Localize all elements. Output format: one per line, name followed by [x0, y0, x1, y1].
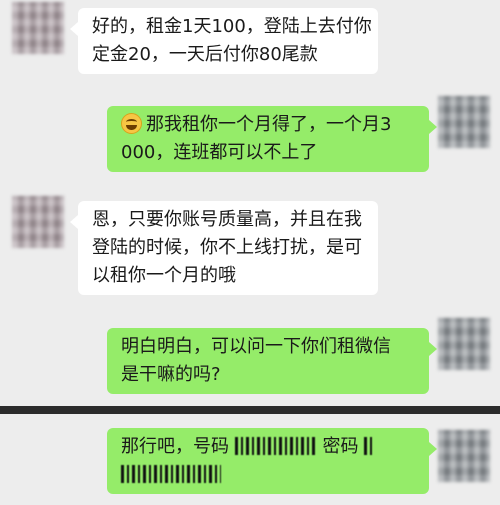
stitch-divider — [0, 406, 500, 414]
message-text-line: 恩，只要你账号质量高，并且在我 — [92, 209, 362, 230]
message-bubble-outgoing: 那行吧，号码 密码 — [107, 428, 437, 494]
contact-avatar[interactable] — [12, 2, 64, 54]
message-text-segment: 那行吧，号码 — [121, 436, 229, 457]
message-text-line: 那我租你一个月得了，一个月3 — [146, 114, 392, 135]
message-text-line: 明白明白，可以问一下你们租微信 — [121, 336, 391, 357]
user-avatar[interactable] — [438, 96, 490, 148]
message-bubble-incoming: 恩，只要你账号质量高，并且在我 登陆的时候，你不上线打扰，是可 以租你一个月的哦 — [70, 201, 378, 295]
contact-avatar[interactable] — [12, 196, 64, 248]
message-text-line: 000，连班都可以不上了 — [121, 142, 318, 163]
message-text-line: 登陆的时候，你不上线打扰，是可 — [92, 237, 362, 258]
message-text-line: 是干嘛的吗? — [121, 364, 221, 385]
message-text-line: 以租你一个月的哦 — [92, 265, 236, 286]
message-text-line: 定金20，一天后付你80尾款 — [92, 44, 318, 65]
laughing-emoji-icon — [121, 113, 142, 134]
message-bubble-incoming: 好的，租金1天100，登陆上去付你 定金20，一天后付你80尾款 — [70, 8, 378, 74]
user-avatar[interactable] — [438, 318, 490, 370]
user-avatar[interactable] — [438, 430, 490, 482]
message-bubble-outgoing: 明白明白，可以问一下你们租微信 是干嘛的吗? — [107, 328, 437, 394]
message-text-line: 好的，租金1天100，登陆上去付你 — [92, 16, 372, 37]
message-bubble-outgoing: 那我租你一个月得了，一个月3 000，连班都可以不上了 — [107, 106, 437, 172]
message-text-segment: 密码 — [322, 436, 359, 457]
redacted-password — [121, 465, 221, 483]
redacted-password — [364, 437, 375, 455]
redacted-phone-number — [234, 437, 317, 455]
